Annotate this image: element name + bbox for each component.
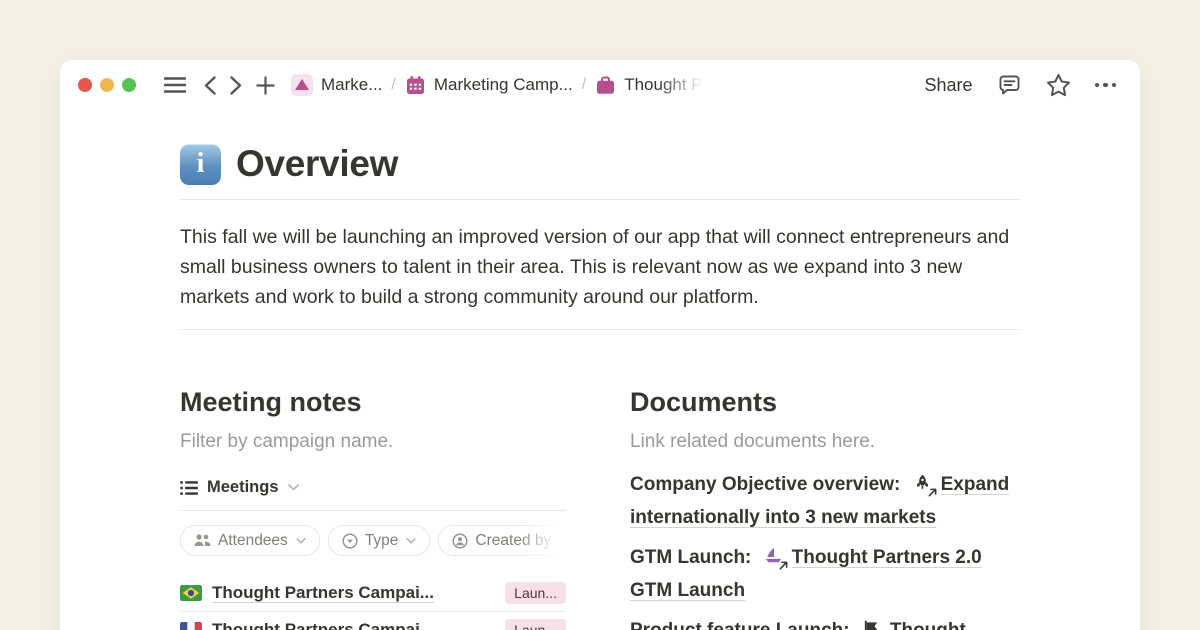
info-emoji: i [180,144,221,185]
view-name: Meetings [207,478,279,497]
calendar-icon [405,75,426,96]
meeting-row-title: Thought Partners Campai... [212,620,434,630]
sidebar-toggle-icon[interactable] [164,76,186,94]
forward-button[interactable] [230,76,242,95]
campaign-tag: Laun... [505,582,566,604]
meeting-row-brazil[interactable]: Thought Partners Campai... Laun... [180,575,566,612]
minimize-window-button[interactable] [100,78,114,92]
ellipsis-icon[interactable] [1095,83,1117,88]
traffic-lights [78,78,136,92]
list-view-icon [180,480,198,496]
desktop-background: Marke... / Marketing Camp... / Thought P… [0,0,1200,630]
window-toolbar: Marke... / Marketing Camp... / Thought P… [60,60,1140,110]
filter-chip-attendees[interactable]: Attendees [180,525,320,556]
page-title-row: i Overview [180,143,1020,185]
document-item: Product feature Launch: Thought [630,614,1020,630]
meeting-row-title: Thought Partners Campai... [212,583,434,603]
breadcrumb-separator: / [391,76,395,94]
chevron-down-icon [406,538,416,544]
notion-window: Marke... / Marketing Camp... / Thought P… [60,60,1140,630]
meeting-notes-column: Meeting notes Filter by campaign name. M… [180,387,566,630]
page-content: i Overview This fall we will be launchin… [60,143,1140,630]
documents-column: Documents Link related documents here. C… [630,387,1020,630]
divider [180,329,1020,330]
filter-chips-row: Attendees Type Created by [180,525,566,556]
document-item: Company Objective overview: Expand inter… [630,468,1020,534]
breadcrumb: Marke... / Marketing Camp... / Thought P… [291,74,712,96]
share-button[interactable]: Share [924,75,972,96]
chevron-down-icon [296,538,306,544]
france-flag-icon [180,622,202,630]
zoom-window-button[interactable] [122,78,136,92]
documents-heading: Documents [630,387,1020,418]
breadcrumb-label: Marketing Camp... [434,75,573,95]
teamspace-triangle-icon [291,74,313,96]
documents-subtitle: Link related documents here. [630,431,1020,453]
two-column-layout: Meeting notes Filter by campaign name. M… [180,387,1020,630]
nav-chevrons [204,76,242,95]
meeting-row-france[interactable]: Thought Partners Campai... Laun... [180,612,566,630]
new-page-button[interactable] [256,76,275,95]
sailboat-icon [764,547,786,567]
meeting-notes-heading: Meeting notes [180,387,566,418]
back-button[interactable] [204,76,216,95]
rocket-icon [913,474,935,494]
filter-chip-type[interactable]: Type [328,525,431,556]
black-flag-icon [862,620,884,630]
briefcase-icon [595,75,616,96]
star-icon[interactable] [1046,73,1071,97]
campaign-tag: Laun... [505,619,566,630]
breadcrumb-separator: / [582,76,586,94]
chevron-down-icon [288,484,299,491]
close-window-button[interactable] [78,78,92,92]
filter-chip-created-by[interactable]: Created by [438,525,565,556]
comment-icon[interactable] [997,73,1022,97]
page-title: Overview [236,143,398,185]
filter-chip-label: Created by [475,532,551,550]
document-label: GTM Launch: [630,547,751,568]
breadcrumb-item-teamspace[interactable]: Marke... [291,74,382,96]
intro-paragraph: This fall we will be launching an improv… [180,222,1020,312]
document-item: GTM Launch: Thought Partners 2.0 GTM Lau… [630,541,1020,607]
breadcrumb-item-thought-partners[interactable]: Thought Pa [595,75,712,96]
divider [180,510,566,511]
document-link[interactable]: Thought [890,620,966,630]
filter-chip-label: Attendees [218,532,288,550]
meeting-notes-subtitle: Filter by campaign name. [180,431,566,453]
database-view-selector[interactable]: Meetings [180,478,566,497]
toolbar-actions: Share [924,73,1116,97]
document-label: Product feature Launch: [630,620,850,630]
divider [180,199,1020,200]
brazil-flag-icon [180,585,202,601]
filter-chip-label: Type [365,532,399,550]
breadcrumb-label: Marke... [321,75,382,95]
breadcrumb-item-marketing-campaigns[interactable]: Marketing Camp... [405,75,573,96]
meeting-rows: Thought Partners Campai... Laun... Thoug… [180,575,566,630]
document-label: Company Objective overview: [630,474,900,495]
breadcrumb-label: Thought Pa [624,75,712,95]
